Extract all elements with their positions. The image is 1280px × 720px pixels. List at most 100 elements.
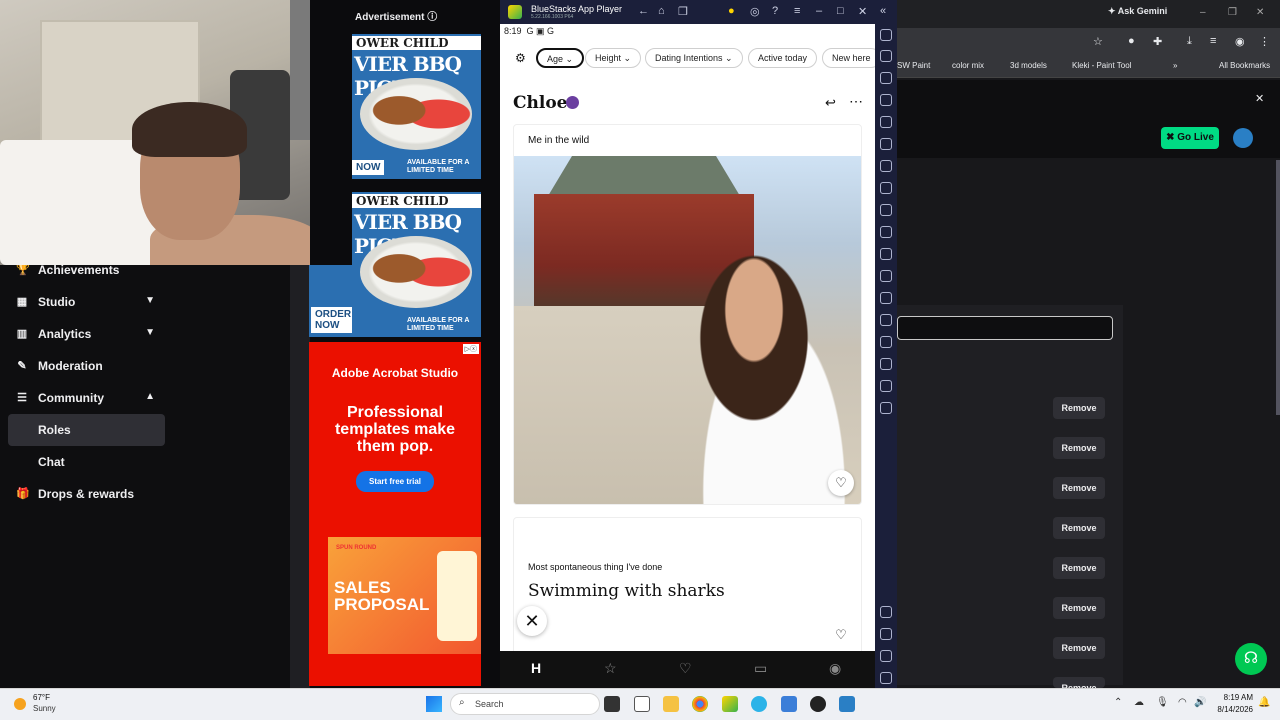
bluestacks-icon[interactable]	[722, 696, 738, 712]
remove-button[interactable]: Remove	[1053, 597, 1105, 619]
ask-gemini-button[interactable]: ✦ Ask Gemini	[1108, 6, 1167, 17]
all-bookmarks[interactable]: All Bookmarks	[1219, 61, 1270, 70]
task-view-icon[interactable]	[604, 696, 620, 712]
bookmark-sw-paint[interactable]: SW Paint	[897, 61, 930, 70]
screenshot-icon[interactable]	[880, 182, 892, 194]
eco-icon[interactable]	[880, 314, 892, 326]
nav-analytics[interactable]: ▥ Analytics ▼	[8, 318, 165, 350]
filter-age[interactable]: Age ⌄	[536, 48, 585, 68]
chrome-menu-icon[interactable]: ⋮	[1259, 35, 1270, 48]
edge-icon[interactable]	[751, 696, 767, 712]
media-icon[interactable]	[880, 72, 892, 84]
paint-icon[interactable]	[839, 696, 855, 712]
remove-button[interactable]: Remove	[1053, 517, 1105, 539]
apk-icon[interactable]	[880, 160, 892, 172]
nav-moderation[interactable]: ✎ Moderation	[8, 350, 165, 382]
minimize-icon[interactable]: –	[1200, 7, 1206, 18]
network-icon[interactable]: ☁	[1134, 697, 1144, 708]
home-icon[interactable]: ⌂	[658, 5, 665, 17]
filter-active-today[interactable]: Active today	[748, 48, 818, 68]
tab-standouts-icon[interactable]: ☆	[604, 660, 617, 677]
adchoices-icon[interactable]: ▷ⓧ	[462, 344, 479, 354]
skip-x-button[interactable]: ✕	[517, 606, 547, 636]
nav-chat[interactable]: Chat	[8, 446, 165, 478]
filter-settings-icon[interactable]: ⚙	[515, 51, 526, 65]
extensions-puzzle-icon[interactable]: ✚	[1153, 35, 1162, 48]
settings-icon[interactable]	[880, 606, 892, 618]
tab-profile-icon[interactable]: ◉	[829, 660, 841, 677]
start-free-trial-button[interactable]: Start free trial	[356, 471, 434, 492]
restore-icon[interactable]: ❐	[1228, 7, 1237, 18]
remove-button[interactable]: Remove	[1053, 437, 1105, 459]
nav-studio[interactable]: ▦ Studio ▼	[8, 286, 165, 318]
sidebar-toggle-icon[interactable]	[880, 402, 892, 414]
bookmark-kleki[interactable]: Kleki - Paint Tool	[1072, 61, 1131, 70]
close-banner-icon[interactable]: ✕	[1255, 92, 1264, 105]
tab-likes-icon[interactable]: ♡	[679, 660, 692, 677]
home-nav-icon[interactable]	[880, 650, 892, 662]
bbq-ad-edge[interactable]: ORDER NOW	[309, 265, 352, 337]
media-controls-icon[interactable]: ≡	[1210, 35, 1216, 47]
like-prompt-heart-icon[interactable]: ♡	[828, 624, 854, 650]
account-icon[interactable]: ◎	[750, 5, 760, 18]
extension-icon[interactable]: ●	[1128, 35, 1135, 47]
recent-apps-icon[interactable]: ❐	[678, 5, 688, 18]
adobe-ad[interactable]: ▷ⓧ Adobe Acrobat Studio Professional tem…	[309, 342, 481, 686]
record-icon[interactable]	[880, 204, 892, 216]
nav-community[interactable]: ☰ Community ▲	[8, 382, 165, 414]
help-icon[interactable]: ?	[772, 5, 778, 17]
undo-icon[interactable]: ↩	[825, 95, 836, 111]
tab-discover-icon[interactable]: H	[531, 660, 541, 676]
menu-icon[interactable]: ≡	[794, 5, 800, 17]
layers-icon[interactable]	[880, 358, 892, 370]
filter-dating-intentions[interactable]: Dating Intentions ⌄	[645, 48, 743, 68]
folder-icon[interactable]	[880, 248, 892, 260]
location-icon[interactable]	[880, 336, 892, 348]
app-icon[interactable]	[781, 696, 797, 712]
weather-temperature[interactable]: 67°F	[33, 693, 50, 702]
remove-button[interactable]: Remove	[1053, 557, 1105, 579]
bookmark-color-mix[interactable]: color mix	[952, 61, 984, 70]
clock-date[interactable]: 8/14/2026	[1213, 705, 1253, 714]
tab-matches-icon[interactable]: ▭	[754, 660, 767, 677]
filter-new-here[interactable]: New here	[822, 48, 875, 68]
file-explorer-icon[interactable]	[663, 696, 679, 712]
more-options-icon[interactable]: ⋯	[849, 93, 863, 110]
recents-nav-icon[interactable]	[880, 672, 892, 684]
remove-button[interactable]: Remove	[1053, 397, 1105, 419]
filter-height[interactable]: Height ⌄	[585, 48, 642, 68]
gamepad-icon[interactable]	[880, 116, 892, 128]
taskbar-search[interactable]: Search	[450, 693, 600, 715]
clock-time[interactable]: 8:19 AM	[1221, 693, 1253, 702]
weather-description[interactable]: Sunny	[33, 704, 56, 713]
nav-roles[interactable]: Roles	[8, 414, 165, 446]
volume-icon[interactable]	[880, 50, 892, 62]
go-live-button[interactable]: ✖ Go Live	[1161, 127, 1219, 149]
close-icon[interactable]: ✕	[858, 5, 867, 18]
bookmarks-overflow-icon[interactable]: »	[1173, 61, 1177, 70]
speaker-icon[interactable]: 🔊	[1194, 697, 1206, 708]
windows-start-icon[interactable]	[426, 696, 442, 712]
sync-icon[interactable]	[880, 380, 892, 392]
airplane-icon[interactable]	[880, 270, 892, 282]
close-icon[interactable]: ✕	[1256, 7, 1264, 18]
minimize-icon[interactable]: –	[816, 5, 822, 17]
macro-icon[interactable]	[880, 138, 892, 150]
notepad-icon[interactable]	[634, 696, 650, 712]
user-avatar[interactable]	[1233, 128, 1253, 148]
collapse-icon[interactable]: «	[880, 5, 886, 17]
like-photo-heart-icon[interactable]: ♡	[828, 470, 854, 496]
nav-drops-rewards[interactable]: 🎁 Drops & rewards	[8, 478, 165, 510]
scrollbar[interactable]	[1276, 160, 1280, 415]
remove-button[interactable]: Remove	[1053, 477, 1105, 499]
help-chat-icon[interactable]: ☊	[1235, 643, 1267, 675]
wifi-icon[interactable]: ◠	[1178, 697, 1187, 708]
download-icon[interactable]: ⤓	[1187, 35, 1192, 48]
search-users-input[interactable]	[897, 316, 1113, 340]
profile-avatar-icon[interactable]: ◉	[1235, 35, 1245, 48]
multi-instance-icon[interactable]	[880, 226, 892, 238]
maximize-icon[interactable]: □	[837, 5, 844, 17]
tray-overflow-icon[interactable]: ⌃	[1114, 697, 1122, 708]
bookmark-3d-models[interactable]: 3d models	[1010, 61, 1047, 70]
chrome-icon[interactable]	[692, 696, 708, 712]
